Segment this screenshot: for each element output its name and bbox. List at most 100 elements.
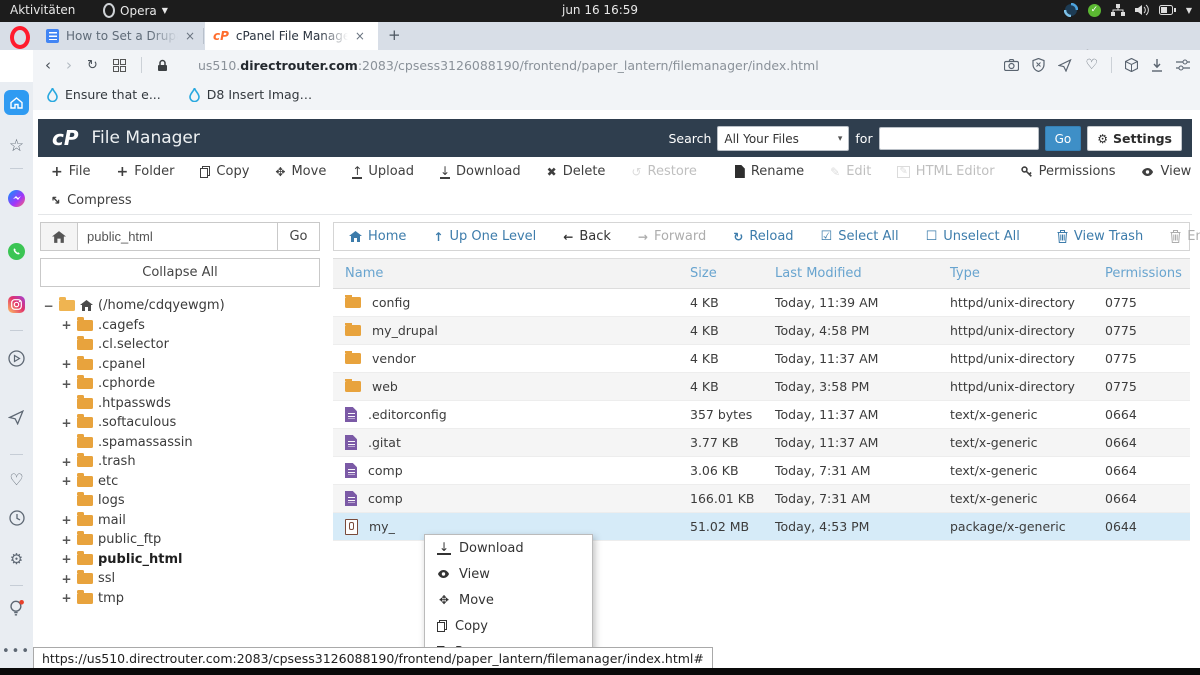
- search-go-button[interactable]: Go: [1044, 126, 1082, 151]
- expand-toggle[interactable]: +: [61, 552, 72, 566]
- context-menu-copy[interactable]: Copy: [425, 613, 592, 639]
- tree-item-etc[interactable]: + etc: [43, 472, 333, 492]
- toolbar-item-compress[interactable]: ↔ Compress: [38, 191, 145, 208]
- expand-toggle[interactable]: +: [61, 377, 72, 391]
- tree-item-ssl[interactable]: + ssl: [43, 569, 333, 589]
- tree-item-spamassassin[interactable]: .spamassassin: [43, 433, 333, 453]
- bookmark-d8-insert-imag[interactable]: D8 Insert Imag…: [188, 87, 312, 102]
- back-icon[interactable]: ‹: [45, 56, 51, 74]
- home-path-button[interactable]: [40, 222, 78, 251]
- expand-toggle[interactable]: +: [61, 318, 72, 332]
- easy-setup-bulb-icon[interactable]: [0, 600, 33, 616]
- column-header-permissions[interactable]: Permissions: [1105, 266, 1190, 281]
- table-row-web[interactable]: web 4 KB Today, 3:58 PM httpd/unix-director…: [333, 373, 1190, 401]
- opera-app-menu[interactable]: Opera ▼: [103, 3, 168, 18]
- toolbar-item-folder[interactable]: + Folder: [104, 164, 188, 179]
- tree-item-public-html[interactable]: + public_html: [43, 550, 333, 570]
- lock-icon[interactable]: [157, 59, 168, 72]
- system-tray[interactable]: ✓ ▼: [1063, 3, 1192, 17]
- instagram-icon[interactable]: [0, 295, 33, 314]
- nav-select-all[interactable]: ☑ Select All: [821, 229, 899, 244]
- toolbar-item-view[interactable]: View: [1128, 164, 1200, 179]
- column-header-size[interactable]: Size: [690, 266, 775, 281]
- my-flow-plane-icon[interactable]: [0, 410, 33, 425]
- path-go-button[interactable]: Go: [277, 222, 320, 251]
- settings-gear-icon[interactable]: ⚙: [0, 550, 33, 568]
- tree-item-softaculous[interactable]: + .softaculous: [43, 413, 333, 433]
- whatsapp-icon[interactable]: [0, 242, 33, 261]
- toolbar-item-copy[interactable]: Copy: [187, 164, 262, 179]
- bookmarks-star-icon[interactable]: ☆: [0, 136, 33, 156]
- speed-dial-tiles-icon[interactable]: [112, 58, 126, 72]
- tree-item-public-ftp[interactable]: + public_ftp: [43, 530, 333, 550]
- table-row-config[interactable]: config 4 KB Today, 11:39 AM httpd/unix-dire…: [333, 289, 1190, 317]
- nav-view-trash[interactable]: View Trash: [1057, 229, 1143, 244]
- tab-cpanel-file-manager[interactable]: cP cPanel File Manager ×: [205, 22, 378, 50]
- history-clock-icon[interactable]: [0, 510, 33, 526]
- context-menu-move[interactable]: ✥ Move: [425, 587, 592, 613]
- nav-unselect-all[interactable]: ☐ Unselect All: [926, 229, 1020, 244]
- tree-item-htpasswds[interactable]: .htpasswds: [43, 394, 333, 414]
- tree-item-cphorde[interactable]: + .cphorde: [43, 374, 333, 394]
- column-header-type[interactable]: Type: [950, 266, 1105, 281]
- expand-toggle[interactable]: +: [61, 591, 72, 605]
- bookmark-heart-icon[interactable]: ♡: [1085, 57, 1098, 73]
- collapse-toggle[interactable]: −: [43, 299, 54, 313]
- activities-button[interactable]: Aktivitäten: [10, 3, 75, 17]
- url-field[interactable]: us510.directrouter.com:2083/cpsess312608…: [198, 58, 819, 73]
- search-scope-select[interactable]: All Your Files ▾: [717, 126, 850, 151]
- speed-dial-home-icon[interactable]: [4, 90, 29, 115]
- close-tab-icon[interactable]: ×: [355, 29, 365, 43]
- expand-toggle[interactable]: +: [61, 455, 72, 469]
- close-tab-icon[interactable]: ×: [185, 29, 195, 43]
- nav-reload[interactable]: ↻ Reload: [733, 229, 793, 244]
- favorites-heart-icon[interactable]: ♡: [0, 470, 33, 489]
- new-tab-button[interactable]: +: [388, 26, 401, 44]
- nav-back[interactable]: ← Back: [563, 229, 611, 244]
- tree-item-trash[interactable]: + .trash: [43, 452, 333, 472]
- reload-icon[interactable]: ↻: [87, 58, 98, 73]
- opera-logo[interactable]: [10, 26, 30, 49]
- snapshot-camera-icon[interactable]: [1004, 59, 1020, 71]
- messenger-icon[interactable]: [0, 188, 33, 207]
- extensions-cube-icon[interactable]: [1125, 58, 1138, 72]
- expand-toggle[interactable]: +: [61, 357, 72, 371]
- adblock-shield-icon[interactable]: [1032, 58, 1046, 72]
- forward-icon[interactable]: ›: [66, 56, 72, 74]
- tree-item-logs[interactable]: logs: [43, 491, 333, 511]
- tree-item-cagefs[interactable]: + .cagefs: [43, 316, 333, 336]
- column-header-name[interactable]: Name: [333, 266, 690, 281]
- nav-up-one-level[interactable]: ↑ Up One Level: [433, 229, 536, 244]
- expand-toggle[interactable]: +: [61, 474, 72, 488]
- expand-toggle[interactable]: +: [61, 572, 72, 586]
- nav-home[interactable]: Home: [349, 229, 406, 244]
- table-row-vendor[interactable]: vendor 4 KB Today, 11:37 AM httpd/unix-dire…: [333, 345, 1190, 373]
- table-row-gitat[interactable]: .gitat 3.77 KB Today, 11:37 AM text/x-gener…: [333, 429, 1190, 457]
- sidebar-overflow-button[interactable]: •••: [0, 644, 33, 659]
- context-menu-view[interactable]: View: [425, 561, 592, 587]
- toolbar-item-delete[interactable]: ✖ Delete: [534, 164, 619, 179]
- tree-item-tmp[interactable]: + tmp: [43, 589, 333, 609]
- system-clock[interactable]: jun 16 16:59: [562, 3, 638, 17]
- table-row-editorconfig[interactable]: .editorconfig 357 bytes Today, 11:37 AM tex…: [333, 401, 1190, 429]
- tree-item-home-cdqyewgm[interactable]: − (/home/cdqyewgm): [43, 296, 333, 316]
- expand-toggle[interactable]: +: [61, 533, 72, 547]
- settings-button[interactable]: ⚙ Settings: [1087, 126, 1182, 151]
- downloads-icon[interactable]: [1151, 58, 1163, 72]
- toolbar-item-download[interactable]: ↓ Download: [427, 164, 534, 179]
- tab-drupal-article[interactable]: How to Set a Drupal ×: [38, 22, 203, 50]
- player-icon[interactable]: [0, 350, 33, 367]
- expand-toggle[interactable]: +: [61, 513, 72, 527]
- tree-item-cpanel[interactable]: + .cpanel: [43, 355, 333, 375]
- context-menu-download[interactable]: ↓ Download: [425, 535, 592, 561]
- expand-toggle[interactable]: +: [61, 416, 72, 430]
- collapse-all-button[interactable]: Collapse All: [40, 258, 320, 287]
- tune-sliders-icon[interactable]: [1176, 59, 1190, 71]
- column-header-last-modified[interactable]: Last Modified: [775, 266, 950, 281]
- table-row-comp[interactable]: comp 166.01 KB Today, 7:31 AM text/x-generi…: [333, 485, 1190, 513]
- toolbar-item-upload[interactable]: ↑ Upload: [339, 164, 427, 179]
- tree-item-mail[interactable]: + mail: [43, 511, 333, 531]
- toolbar-item-move[interactable]: ✥ Move: [262, 164, 339, 179]
- table-row-comp[interactable]: comp 3.06 KB Today, 7:31 AM text/x-generic 0…: [333, 457, 1190, 485]
- table-row-my-drupal[interactable]: my_drupal 4 KB Today, 4:58 PM httpd/unix-di…: [333, 317, 1190, 345]
